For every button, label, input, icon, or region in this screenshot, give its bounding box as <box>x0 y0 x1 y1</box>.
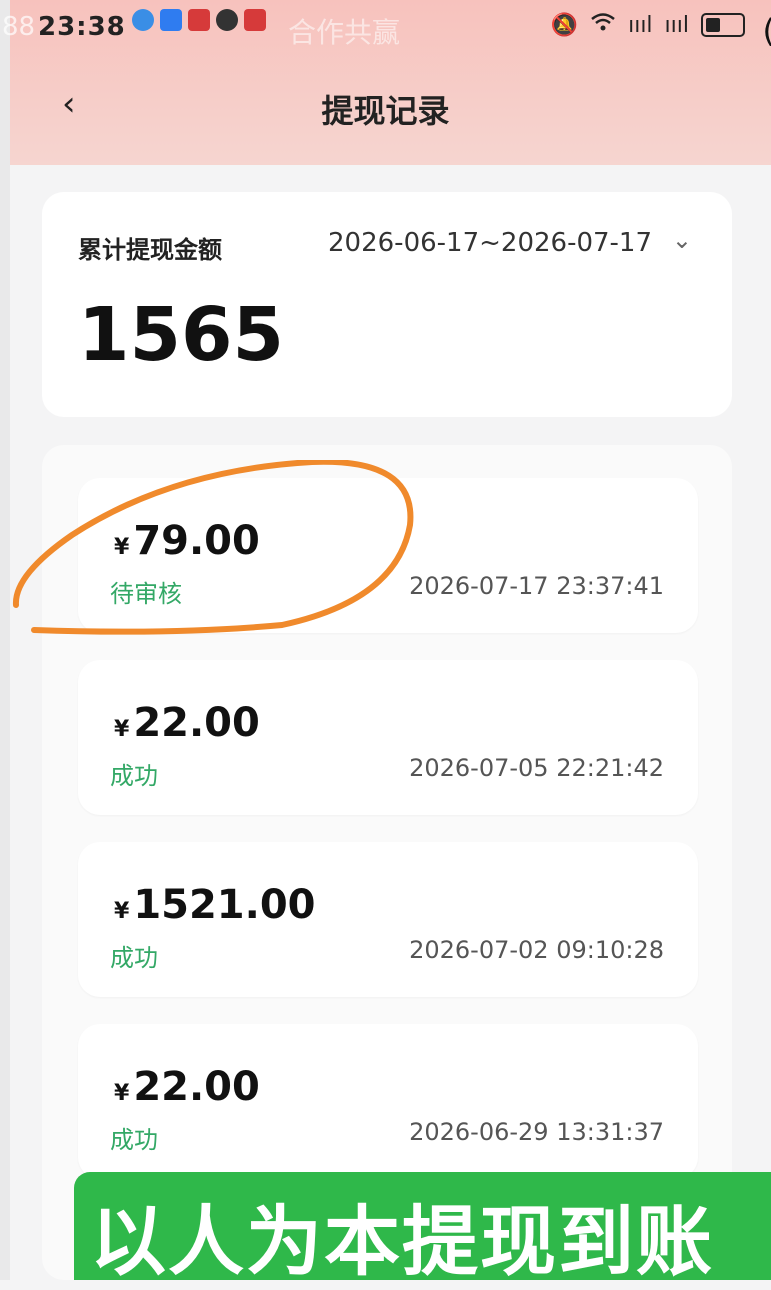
promo-banner-text: 以人为本提现到账 <box>90 1197 714 1286</box>
status-edge-char: ( <box>763 12 771 50</box>
record-amount: ¥79.00 <box>114 518 260 564</box>
currency-symbol: ¥ <box>114 1081 130 1106</box>
record-time: 2026-07-17 23:37:41 <box>409 572 664 600</box>
record-time: 2026-07-05 22:21:42 <box>409 754 664 782</box>
page-title: 提现记录 <box>321 92 450 130</box>
record-item[interactable]: ¥1521.00 成功 2026-07-02 09:10:28 <box>78 842 698 997</box>
record-time: 2026-07-02 09:10:28 <box>409 936 664 964</box>
app-notification-icon <box>216 9 238 31</box>
record-status: 待审核 <box>110 580 182 608</box>
record-amount: ¥1521.00 <box>114 882 316 928</box>
status-time: 23:38 <box>38 12 126 42</box>
app-notification-icon <box>132 9 154 31</box>
currency-symbol: ¥ <box>114 535 130 560</box>
amount-value: 79.00 <box>133 518 260 564</box>
date-range-selector[interactable]: 2026-06-17~2026-07-17 <box>328 228 652 258</box>
red-envelope-icon <box>244 9 266 31</box>
app-notification-icon <box>160 9 182 31</box>
summary-total: 1565 <box>78 292 284 378</box>
amount-value: 22.00 <box>133 1064 260 1110</box>
record-amount: ¥22.00 <box>114 1064 260 1110</box>
red-envelope-icon <box>188 9 210 31</box>
record-status: 成功 <box>110 944 158 972</box>
record-status: 成功 <box>110 762 158 790</box>
status-faint-prefix: 88 <box>2 12 36 42</box>
record-status: 成功 <box>110 1126 158 1154</box>
wifi-icon <box>590 12 616 38</box>
status-bar: 88 23:38 合作共赢 🔕 ıııl ıııl ( <box>0 0 771 55</box>
battery-icon <box>701 13 745 37</box>
signal-icon: ıııl <box>628 12 653 38</box>
left-edge-strip <box>0 0 10 1280</box>
navbar: ‹ 提现记录 <box>0 70 771 140</box>
signal-icon: ıııl <box>664 12 689 38</box>
amount-value: 1521.00 <box>133 882 316 928</box>
currency-symbol: ¥ <box>114 717 130 742</box>
record-time: 2026-06-29 13:31:37 <box>409 1118 664 1146</box>
notification-icons <box>132 9 266 31</box>
status-ghost-text: 合作共赢 <box>288 16 401 49</box>
record-amount: ¥22.00 <box>114 700 260 746</box>
currency-symbol: ¥ <box>114 899 130 924</box>
summary-label: 累计提现金额 <box>78 236 222 264</box>
mute-bell-icon: 🔕 <box>550 12 579 38</box>
summary-card: 累计提现金额 2026-06-17~2026-07-17 ⌄ 1565 <box>42 192 732 417</box>
amount-value: 22.00 <box>133 700 260 746</box>
record-item[interactable]: ¥22.00 成功 2026-06-29 13:31:37 <box>78 1024 698 1179</box>
chevron-down-icon[interactable]: ⌄ <box>672 226 692 254</box>
record-item[interactable]: ¥22.00 成功 2026-07-05 22:21:42 <box>78 660 698 815</box>
status-right-icons: 🔕 ıııl ıııl <box>551 12 745 38</box>
record-item[interactable]: ¥79.00 待审核 2026-07-17 23:37:41 <box>78 478 698 633</box>
